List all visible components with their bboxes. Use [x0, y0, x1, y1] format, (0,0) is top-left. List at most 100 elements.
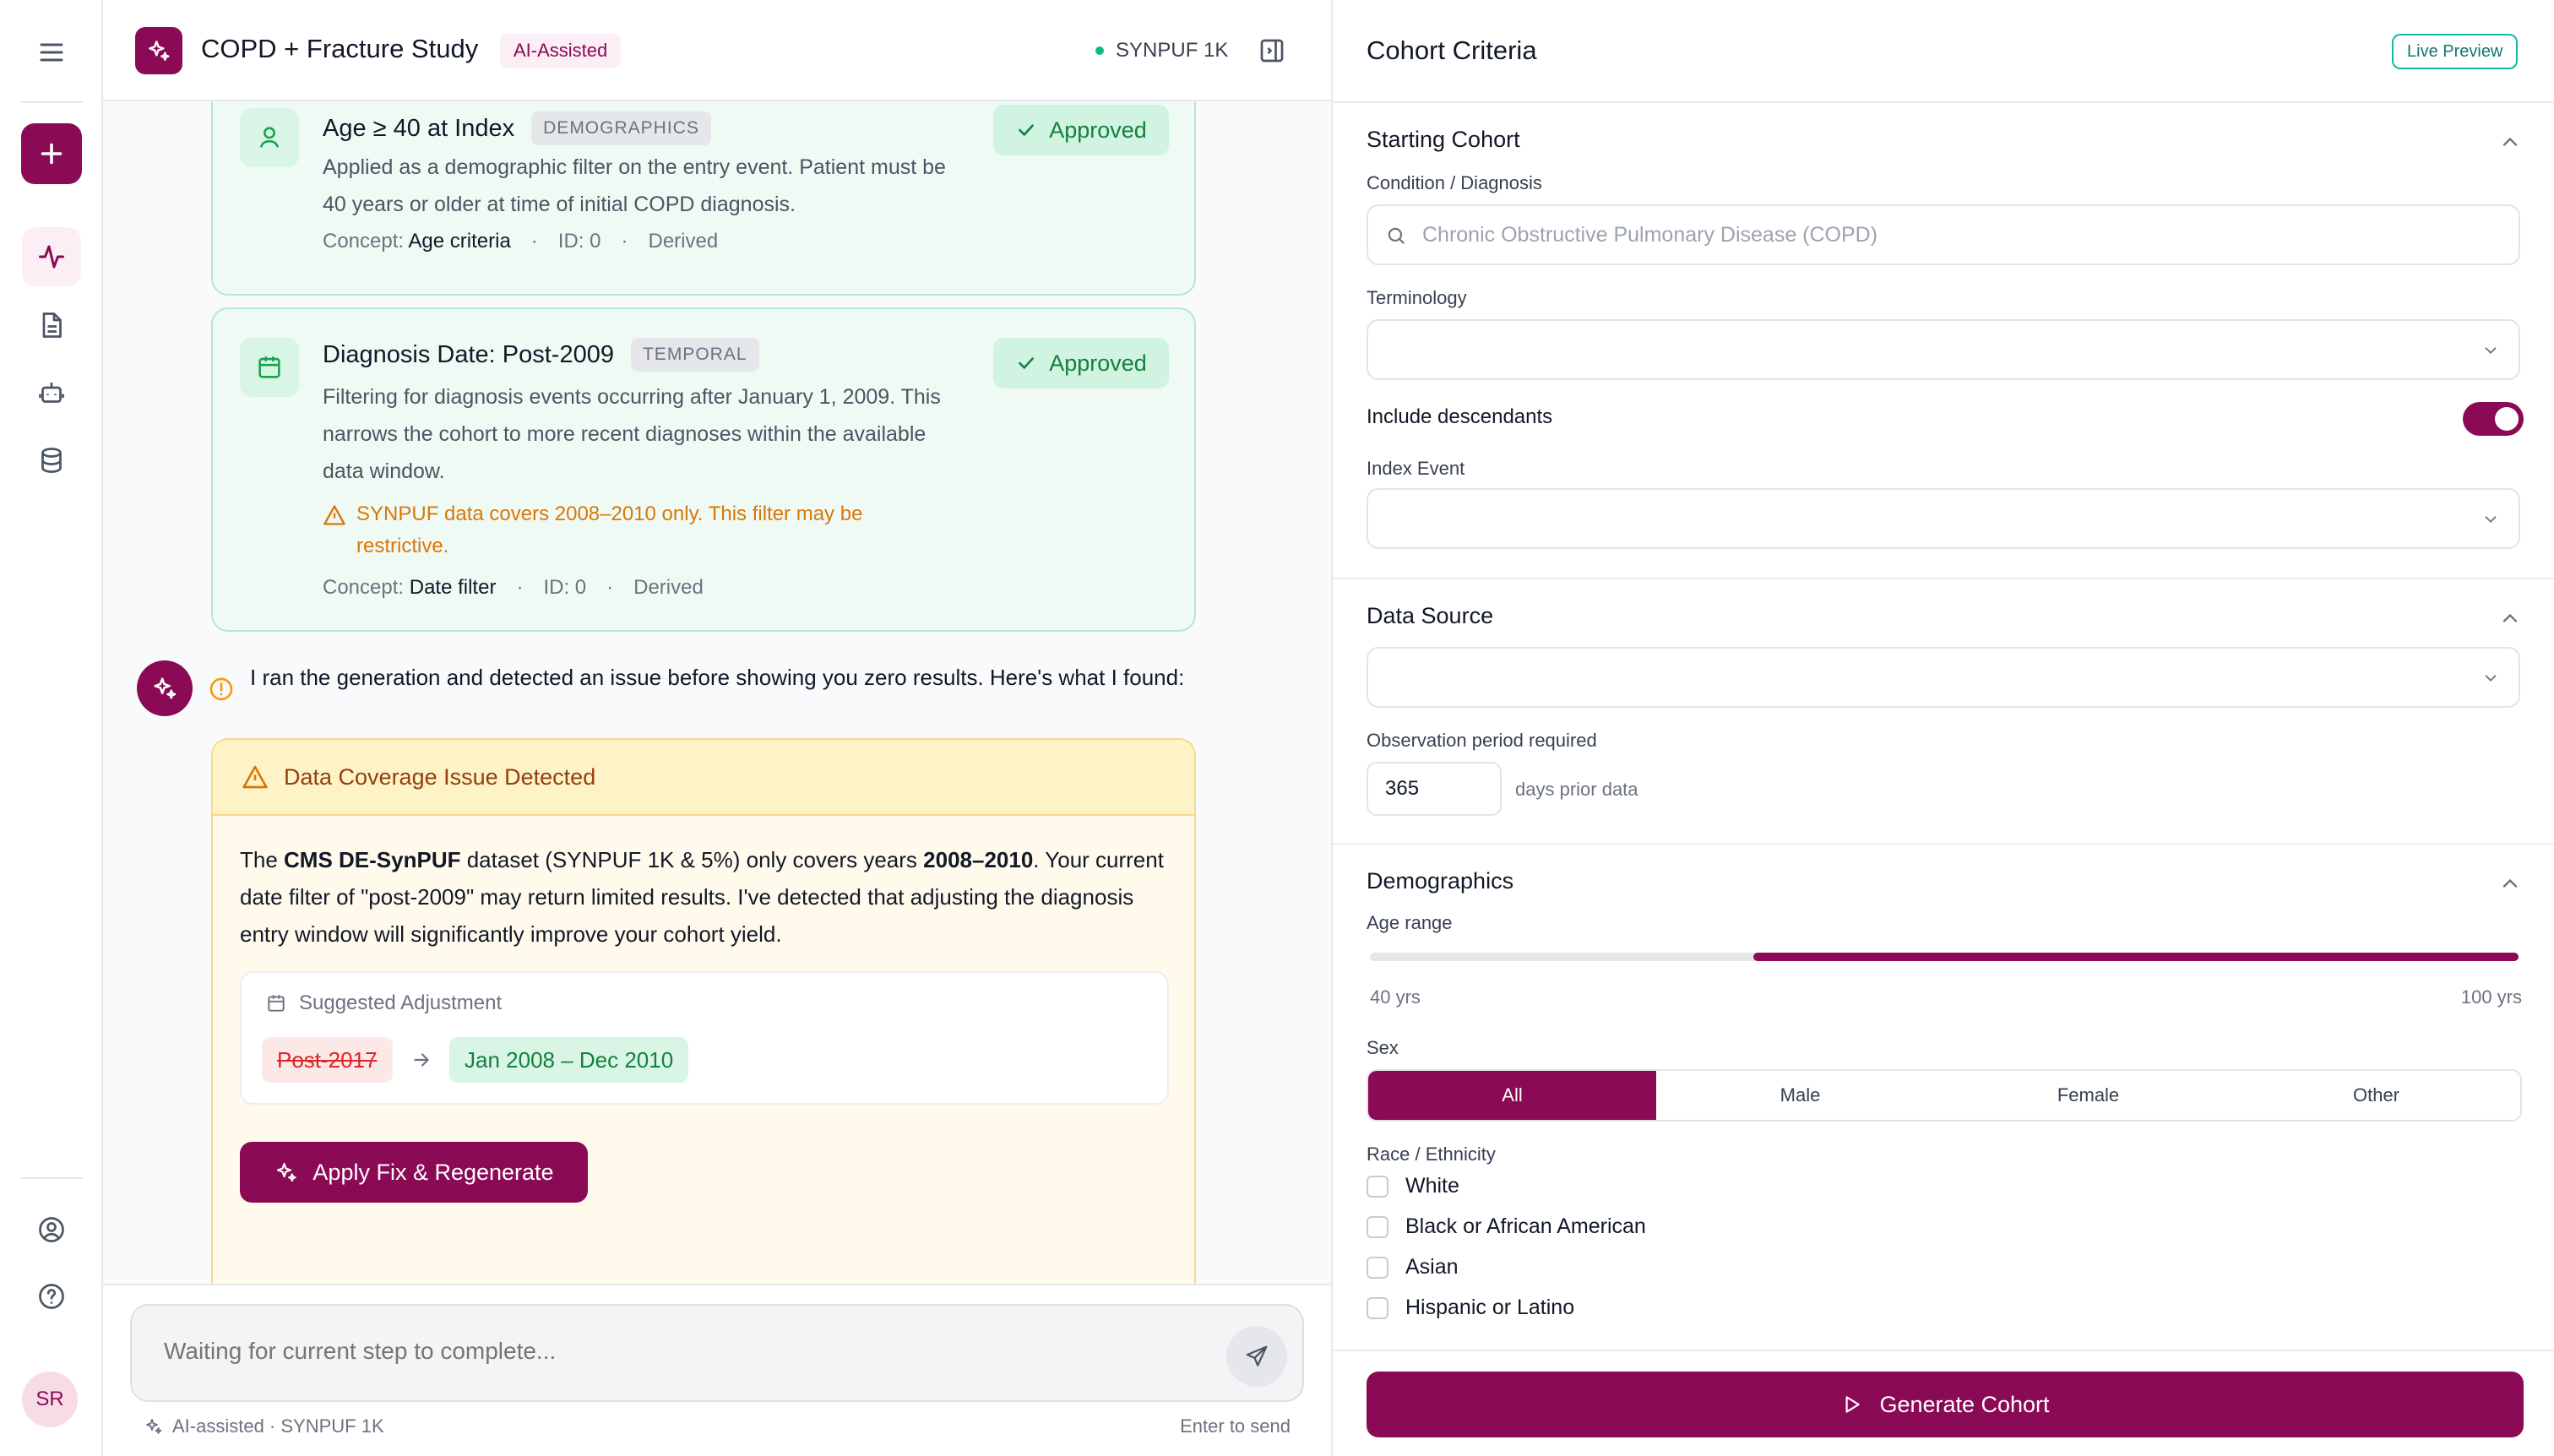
generate-cohort-label: Generate Cohort	[1879, 1391, 2050, 1417]
age-min-label: 40 yrs	[1370, 986, 1421, 1008]
approved-label: Approved	[1049, 117, 1147, 143]
datasource-status: SYNPUF 1K	[1095, 39, 1228, 62]
chevron-up-icon[interactable]	[2498, 872, 2522, 895]
avatar[interactable]: SR	[22, 1372, 78, 1427]
cohort-criteria-panel: Cohort Criteria Live Preview Starting Co…	[1331, 0, 2554, 1456]
criteria-card-age: Age ≥ 40 at Index DEMOGRAPHICS Approved …	[211, 101, 1196, 296]
suggestion-title: Suggested Adjustment	[265, 991, 502, 1015]
sex-option-male[interactable]: Male	[1656, 1071, 1944, 1120]
menu-icon[interactable]	[22, 23, 81, 82]
apply-fix-button[interactable]: Apply Fix & Regenerate	[240, 1142, 588, 1203]
card-warning: SYNPUF data covers 2008–2010 only. This …	[323, 498, 931, 562]
criteria-title: Cohort Criteria	[1367, 35, 1537, 65]
race-label: Race / Ethnicity	[1367, 1144, 1496, 1165]
approved-button[interactable]: Approved	[993, 105, 1169, 155]
race-option-label: Black or African American	[1405, 1214, 1646, 1238]
warning-text: SYNPUF data covers 2008–2010 only. This …	[356, 503, 863, 557]
issue-header: Data Coverage Issue Detected	[213, 740, 1194, 816]
observation-label: Observation period required	[1367, 730, 1597, 751]
approved-label: Approved	[1049, 350, 1147, 376]
sidebar-item-profile[interactable]	[22, 1200, 81, 1259]
status-label: SYNPUF 1K	[1116, 39, 1229, 62]
concept-derived: Derived	[648, 230, 719, 253]
avatar-initials: SR	[35, 1388, 64, 1410]
new-study-button[interactable]	[21, 123, 82, 184]
issue-body-text: The	[240, 847, 285, 872]
checkbox[interactable]	[1367, 1175, 1388, 1198]
card-description: Filtering for diagnosis events occurring…	[323, 385, 941, 483]
search-icon	[1388, 227, 1405, 244]
send-icon	[1246, 1345, 1268, 1366]
race-option[interactable]: Hispanic or Latino	[1367, 1296, 1574, 1320]
chevron-down-icon	[2485, 675, 2497, 682]
index-event-select[interactable]	[1367, 488, 2520, 549]
concept-value: Age criteria	[408, 230, 511, 253]
criteria-header: Cohort Criteria Live Preview	[1333, 0, 2554, 103]
section-title-starting-cohort: Starting Cohort	[1367, 127, 1520, 152]
generate-cohort-button[interactable]: Generate Cohort	[1367, 1372, 2524, 1437]
issue-body-text: dataset (SYNPUF 1K & 5%) only covers yea…	[460, 847, 924, 872]
section-divider	[1333, 843, 2554, 845]
robot-icon	[39, 383, 64, 403]
approved-button[interactable]: Approved	[993, 338, 1169, 388]
chevron-down-icon	[2485, 516, 2497, 524]
condition-search-input[interactable]: Chronic Obstructive Pulmonary Disease (C…	[1367, 204, 2520, 265]
card-title-row: Age ≥ 40 at Index DEMOGRAPHICS	[323, 111, 711, 145]
checkbox[interactable]	[1367, 1215, 1388, 1238]
chat-header: COPD + Fracture Study AI-Assisted SYNPUF…	[103, 0, 1331, 101]
checkbox[interactable]	[1367, 1256, 1388, 1279]
sidebar-item-documents[interactable]	[22, 296, 81, 355]
concept-id: ID: 0	[557, 230, 601, 253]
race-option-label: Asian	[1405, 1255, 1459, 1279]
observation-days-input[interactable]: 365	[1367, 762, 1502, 816]
panel-toggle-icon[interactable]	[1257, 35, 1287, 66]
observation-unit: days prior data	[1515, 779, 1638, 800]
card-title: Diagnosis Date: Post-2009	[323, 340, 614, 368]
card-title-row: Diagnosis Date: Post-2009 TEMPORAL	[323, 338, 759, 372]
suggestion-title-text: Suggested Adjustment	[299, 991, 503, 1014]
chevron-up-icon[interactable]	[2498, 130, 2522, 154]
race-option[interactable]: Black or African American	[1367, 1214, 1646, 1239]
sex-option-other[interactable]: Other	[2232, 1071, 2520, 1120]
concept-label: Concept:	[323, 576, 405, 599]
play-icon	[1845, 1396, 1861, 1413]
chat-input-area: AI-assisted · SYNPUF 1K Enter to send	[103, 1284, 1331, 1456]
sex-option-all[interactable]: All	[1368, 1071, 1656, 1120]
sidebar-item-database[interactable]	[22, 431, 81, 490]
age-range-slider[interactable]	[1370, 953, 2519, 961]
issue-body-years: 2008–2010	[923, 847, 1034, 872]
check-icon	[1019, 357, 1035, 369]
chevron-up-icon[interactable]	[2498, 606, 2522, 630]
sparkle-icon	[277, 1162, 297, 1182]
check-icon	[1019, 124, 1035, 136]
send-button[interactable]	[1226, 1326, 1287, 1387]
race-option-label: Hispanic or Latino	[1405, 1296, 1575, 1319]
plus-icon	[41, 143, 62, 165]
condition-placeholder: Chronic Obstructive Pulmonary Disease (C…	[1422, 223, 1878, 247]
old-value: Post-2017	[262, 1037, 393, 1083]
warning-icon	[242, 765, 268, 789]
calendar-icon	[268, 995, 285, 1012]
race-option[interactable]: White	[1367, 1174, 1459, 1198]
document-icon	[42, 312, 62, 338]
issue-body-dataset: CMS DE-SynPUF	[284, 847, 461, 872]
left-sidebar: SR	[0, 0, 103, 1456]
checkbox[interactable]	[1367, 1296, 1388, 1319]
age-range-fill	[1753, 953, 2519, 961]
card-tag: DEMOGRAPHICS	[531, 111, 711, 145]
input-footer-hint: Enter to send	[1180, 1415, 1291, 1437]
ai-message-text: I ran the generation and detected an iss…	[250, 665, 1185, 690]
race-option[interactable]: Asian	[1367, 1255, 1459, 1279]
sex-option-female[interactable]: Female	[1944, 1071, 2232, 1120]
sidebar-item-agents[interactable]	[22, 363, 81, 422]
terminology-select[interactable]	[1367, 319, 2520, 380]
chat-input[interactable]	[164, 1338, 1177, 1365]
concept-id: ID: 0	[543, 576, 587, 599]
card-icon	[240, 338, 299, 397]
data-source-select[interactable]	[1367, 647, 2520, 708]
issue-body: The CMS DE-SynPUF dataset (SYNPUF 1K & 5…	[240, 841, 1169, 953]
sidebar-item-help[interactable]	[22, 1267, 81, 1326]
include-descendants-toggle[interactable]	[2463, 402, 2524, 436]
concept-value: Date filter	[409, 576, 497, 599]
sidebar-item-activity[interactable]	[22, 227, 81, 286]
